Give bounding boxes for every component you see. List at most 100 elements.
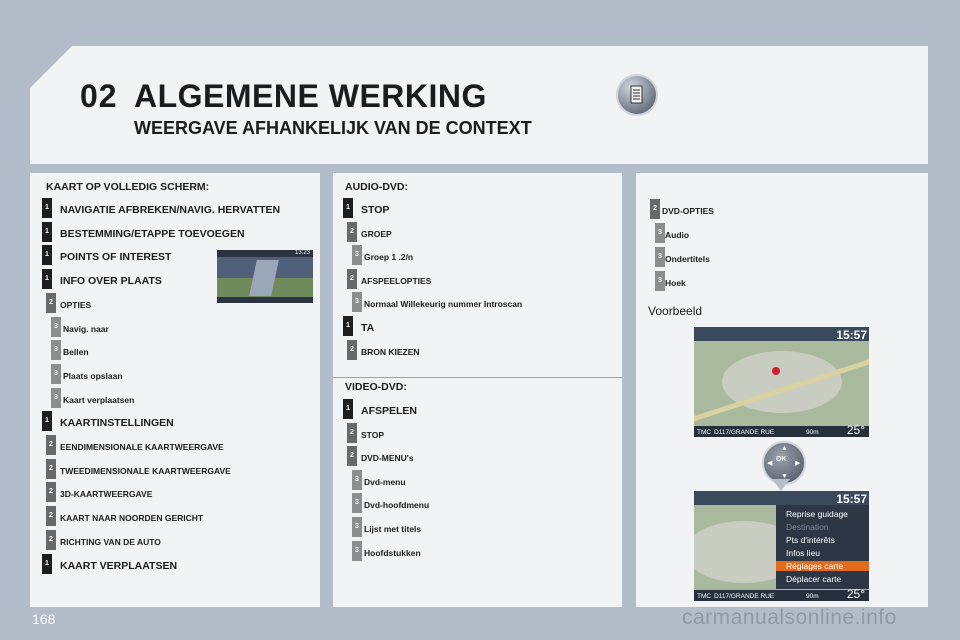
menu-item: AFSPELEN <box>361 405 418 417</box>
menu-item: Ondertitels <box>665 254 710 264</box>
menu-item: OPTIES <box>60 299 92 310</box>
menu-item: GROEP <box>361 228 392 239</box>
menu-item: Dvd-hoofdmenu <box>364 500 430 511</box>
level-badge: 2 <box>347 446 357 467</box>
map-temp: 25° <box>846 423 865 437</box>
menu-item: KAART VERPLAATSEN <box>60 559 178 572</box>
map-pin-icon <box>772 367 780 375</box>
level-badge: 3 <box>51 316 61 337</box>
menu-item: TA <box>361 322 375 334</box>
level-badge: 1 <box>42 245 52 266</box>
section-heading-video: VIDEO-DVD: <box>345 381 407 393</box>
menu-item: BRON KIEZEN <box>361 346 420 357</box>
page-subtitle: WEERGAVE AFHANKELIJK VAN DE CONTEXT <box>134 118 532 138</box>
menu-item: STOP <box>361 204 390 216</box>
map-screen-example: 15:57 TMC D117/GRANDE RUE 90m 25° <box>694 327 869 437</box>
panel-dvd-options: 2 DVD-OPTIES 3 Audio 3 Ondertitels 3 Hoek Voorb… <box>636 173 928 607</box>
menu-item: Dvd-menu <box>364 476 406 487</box>
joystick-ok-label: OK <box>776 456 787 463</box>
menu-item: DVD-OPTIES <box>662 206 714 216</box>
map-menu-item: Reprise guidage <box>786 509 848 519</box>
menu-item: Kaart verplaatsen <box>63 394 135 405</box>
map-street: D117/GRANDE RUE <box>714 593 775 600</box>
menu-item: Hoek <box>665 278 686 288</box>
map-tmc: TMC <box>697 593 712 600</box>
menu-item: Bellen <box>63 347 89 358</box>
map-tmc: TMC <box>697 429 712 436</box>
map-menu-item: Réglages carte <box>776 561 869 571</box>
document-icon <box>618 76 656 114</box>
level-badge: 3 <box>655 247 665 267</box>
level-badge: 2 <box>46 292 56 313</box>
map-thumbnail: 13:23 <box>217 250 313 303</box>
level-badge: 3 <box>51 340 61 361</box>
menu-item: AFSPEELOPTIES <box>361 275 432 286</box>
level-badge: 2 <box>46 482 56 503</box>
level-badge: 1 <box>42 269 52 290</box>
level-badge: 3 <box>352 292 362 313</box>
section-heading-audio: AUDIO-DVD: <box>345 181 408 193</box>
menu-item: RICHTING VAN DE AUTO <box>60 536 161 547</box>
level-badge: 1 <box>42 411 52 432</box>
header-banner: 02 ALGEMENE WERKING WEERGAVE AFHANKELIJK… <box>30 46 928 164</box>
panel-full-screen-map: KAART OP VOLLEDIG SCHERM: 1 NAVIGATIE AFB… <box>30 173 320 607</box>
level-badge: 3 <box>51 387 61 408</box>
level-badge: 1 <box>42 221 52 242</box>
map-screen-menu-example: 15:57 Reprise guidage Destination Pts d'in… <box>694 491 869 601</box>
level-badge: 2 <box>46 506 56 527</box>
menu-item: INFO OVER PLAATS <box>60 275 162 288</box>
level-badge: 2 <box>347 422 357 443</box>
level-badge: 3 <box>352 469 362 490</box>
map-menu-item: Infos lieu <box>786 548 821 558</box>
menu-item: Groep 1 .2/n <box>364 252 414 263</box>
map-context-menu: Reprise guidage Destination Pts d'intérêts… <box>776 505 869 589</box>
menu-item: NAVIGATIE AFBREKEN/NAVIG. HERVATTEN <box>60 204 281 216</box>
level-badge: 3 <box>352 517 362 537</box>
menu-item: TWEEDIMENSIONALE KAARTWEERGAVE <box>60 465 231 476</box>
level-badge: 2 <box>347 268 357 289</box>
menu-item: BESTEMMING/ETAPPE TOEVOEGEN <box>60 227 245 240</box>
level-badge: 1 <box>343 399 353 419</box>
example-label: Voorbeeld <box>648 304 703 318</box>
map-temp: 25° <box>846 587 865 601</box>
map-time: 15:57 <box>836 492 867 506</box>
level-badge: 3 <box>655 271 665 291</box>
page-number: 168 <box>32 611 56 627</box>
menu-item: Normaal Willekeurig nummer Introscan <box>364 299 523 310</box>
menu-item: Plaats opslaan <box>63 370 123 381</box>
level-badge: 2 <box>46 458 56 479</box>
section-heading: KAART OP VOLLEDIG SCHERM: <box>46 181 210 193</box>
menu-item: Lijst met titels <box>364 524 422 534</box>
menu-item: KAARTINSTELLINGEN <box>60 417 174 430</box>
level-badge: 2 <box>347 339 357 360</box>
page-title: ALGEMENE WERKING <box>134 78 487 114</box>
level-badge: 3 <box>655 223 665 243</box>
level-badge: 2 <box>347 221 357 242</box>
level-badge: 3 <box>352 493 362 514</box>
map-menu-item: Déplacer carte <box>786 574 842 584</box>
map-time: 15:57 <box>836 328 867 342</box>
level-badge: 2 <box>46 529 56 550</box>
level-badge: 2 <box>46 435 56 455</box>
section-divider <box>333 377 622 378</box>
map-menu-item: Destination <box>786 522 829 532</box>
level-badge: 1 <box>343 316 353 336</box>
map-street: D117/GRANDE RUE <box>714 429 775 436</box>
chapter-number: 02 <box>80 78 118 114</box>
menu-item: Hoofdstukken <box>364 547 421 558</box>
menu-item: STOP <box>361 429 384 440</box>
level-badge: 1 <box>42 553 52 574</box>
map-distance: 90m <box>806 429 819 436</box>
menu-item: POINTS OF INTEREST <box>60 251 172 264</box>
level-badge: 1 <box>343 198 353 218</box>
level-badge: 1 <box>42 198 52 218</box>
thumbnail-time: 13:23 <box>294 250 310 256</box>
menu-item: 3D-KAARTWEERGAVE <box>60 489 153 500</box>
menu-item: DVD-MENU's <box>361 453 414 464</box>
menu-item: EENDIMENSIONALE KAARTWEERGAVE <box>60 442 224 452</box>
menu-item: Audio <box>665 230 690 240</box>
level-badge: 3 <box>51 363 61 384</box>
arrow-down-icon <box>772 479 790 491</box>
map-distance: 90m <box>806 593 819 600</box>
menu-item: Navig. naar <box>63 323 109 334</box>
